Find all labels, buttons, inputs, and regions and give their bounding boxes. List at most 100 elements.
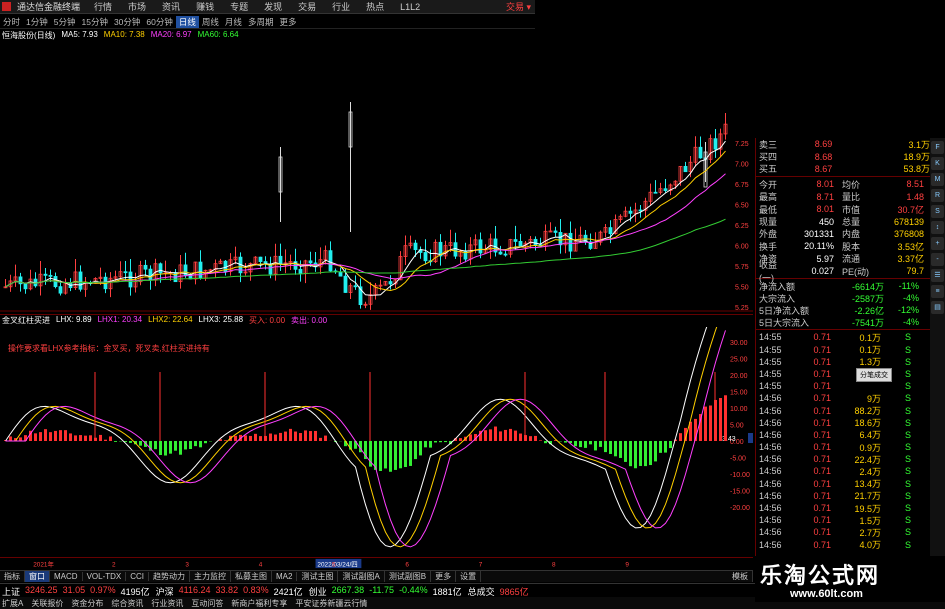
trade-menu[interactable]: 交易 ▾: [506, 0, 535, 13]
stats-value: 20.11%: [804, 241, 834, 252]
tick-side: S: [904, 478, 911, 489]
tool-link[interactable]: 新商户福利专享: [231, 598, 287, 609]
menu-item[interactable]: 行业: [324, 0, 358, 13]
side-tab-icon[interactable]: K: [931, 157, 944, 170]
tool-link[interactable]: 关联报价: [31, 598, 63, 609]
index-value: 2667.38: [331, 584, 365, 595]
side-tab-icon[interactable]: -: [931, 253, 944, 266]
oscillator-bar: [64, 430, 67, 441]
period-intraday[interactable]: 分时: [0, 16, 23, 28]
oscillator-bar: [544, 441, 547, 444]
indicator-tab[interactable]: 指标: [0, 571, 25, 582]
month-mark: 5: [332, 561, 336, 568]
tick-time: 14:56: [759, 417, 782, 428]
period-daily[interactable]: 日线: [175, 15, 199, 28]
indicator-tab[interactable]: 测试副图A: [338, 571, 385, 582]
tick-volume: 1.3万: [859, 357, 881, 368]
candle-body: [338, 271, 343, 277]
indicator-tab[interactable]: MACD: [50, 572, 83, 581]
tick-row: 14:56 0.71 6.4万 S: [756, 429, 930, 441]
menu-item[interactable]: 发现: [256, 0, 290, 13]
side-tab-icon[interactable]: S: [931, 205, 944, 218]
period-5min[interactable]: 5分钟: [51, 16, 79, 28]
candlestick-chart[interactable]: 7.257.006.756.506.256.005.755.505.255.00: [0, 42, 753, 312]
quote-row: 买四 8.68 18.9万: [756, 150, 930, 163]
indicator-tab[interactable]: CCI: [126, 572, 150, 581]
side-tab-icon[interactable]: M: [931, 173, 944, 186]
tick-side: S: [904, 332, 911, 343]
indicator-tab[interactable]: 设置: [456, 571, 482, 582]
side-tab-icon[interactable]: ↕: [931, 221, 944, 234]
tick-list[interactable]: 14:55 0.71 0.1万 S 14:55 0.71 0.1万 S 14:55 0.71 1.3…: [756, 331, 930, 550]
tick-time: 14:56: [759, 515, 782, 526]
tick-side: S: [904, 503, 911, 514]
ma60-label: MA60: 6.64: [197, 30, 239, 39]
menu-item[interactable]: L1L2: [392, 2, 428, 12]
menu-item[interactable]: 行情: [86, 0, 120, 13]
side-tab-icon[interactable]: ☰: [931, 269, 944, 282]
period-multi[interactable]: 多周期: [245, 16, 277, 28]
oscillator-bar: [249, 435, 252, 441]
candle-body: [198, 261, 203, 279]
indicator-tab[interactable]: 测试主图: [297, 571, 339, 582]
side-tab-icon[interactable]: ≡: [931, 285, 944, 298]
menu-item[interactable]: 赚钱: [188, 0, 222, 13]
indicator-axis-label: 25.00: [730, 357, 748, 364]
indicator-tab[interactable]: 主力监控: [190, 571, 232, 582]
menu-item[interactable]: 资讯: [154, 0, 188, 13]
index-percent: -0.44%: [399, 584, 428, 595]
tick-price: 0.71: [813, 515, 831, 526]
indicator-tab[interactable]: VOL-TDX: [83, 572, 127, 581]
indicator-tab[interactable]: 窗口: [25, 571, 50, 582]
tool-link[interactable]: 综合资讯: [111, 598, 143, 609]
period-1min[interactable]: 1分钟: [23, 16, 51, 28]
side-tab-icon[interactable]: ▤: [931, 301, 944, 314]
menu-item[interactable]: 专题: [222, 0, 256, 13]
money-flow-row: 5日大宗流入 -7541万 -4%: [756, 316, 930, 328]
indicator-tab[interactable]: 测试副图B: [385, 571, 432, 582]
oscillator-bar: [419, 441, 422, 456]
menu-item[interactable]: 交易: [290, 0, 324, 13]
side-tab-icon[interactable]: F: [931, 141, 944, 154]
side-tab-icon[interactable]: +: [931, 237, 944, 250]
stats-value: 8.01: [816, 179, 834, 190]
oscillator-bar: [614, 441, 617, 457]
tick-price: 0.71: [813, 442, 831, 453]
oscillator-bar: [394, 441, 397, 470]
tick-price: 0.71: [813, 356, 831, 367]
tool-link[interactable]: 扩展A: [2, 598, 23, 609]
app-logo-icon: [2, 2, 11, 11]
indicator-axis-label: 5.00: [730, 423, 744, 430]
side-toolbar: F K M R S ↕ + - ☰ ≡ ▤: [930, 138, 945, 578]
menu-item[interactable]: 热点: [358, 0, 392, 13]
oscillator-bar: [304, 430, 307, 441]
index-value: 4116.24: [178, 584, 211, 595]
indicator-chart[interactable]: 操作要求看LHX参考指标：金叉买，死叉卖,红柱买进持有 30.00 25.00 20.…: [0, 327, 753, 557]
period-weekly[interactable]: 周线: [199, 16, 222, 28]
oscillator-bar: [159, 441, 162, 456]
oscillator-bar: [484, 430, 487, 441]
index-change: 33.82: [215, 584, 239, 595]
template-tab[interactable]: 模板: [728, 571, 753, 582]
period-more[interactable]: 更多: [276, 16, 299, 28]
period-60min[interactable]: 60分钟: [143, 16, 175, 28]
tool-link[interactable]: 行业资讯: [151, 598, 183, 609]
indicator-tab[interactable]: MA2: [272, 572, 298, 581]
tool-link[interactable]: 互动问答: [191, 598, 223, 609]
menu-item[interactable]: 市场: [120, 0, 154, 13]
tool-link[interactable]: 资金分布: [71, 598, 103, 609]
indicator-tab[interactable]: 趋势动力: [149, 571, 191, 582]
indicator-tab[interactable]: 更多: [431, 571, 457, 582]
period-30min[interactable]: 30分钟: [111, 16, 143, 28]
watermark-title: 乐淘公式网: [760, 563, 881, 588]
tick-volume: 9万: [866, 393, 881, 404]
indicator-tab[interactable]: 私募主图: [231, 571, 273, 582]
indicator-tab-bar: 指标 窗口 MACD VOL-TDX CCI 趋势动力 主力监控 私募主图 MA2 测试主图 测试副…: [0, 570, 753, 582]
oscillator-bar: [34, 433, 37, 441]
period-15min[interactable]: 15分钟: [78, 16, 110, 28]
oscillator-bar: [189, 441, 192, 450]
candle-body: [638, 209, 643, 212]
period-monthly[interactable]: 月线: [222, 16, 245, 28]
side-tab-icon[interactable]: R: [931, 189, 944, 202]
ticks-popup[interactable]: 分笔成交: [856, 368, 892, 383]
